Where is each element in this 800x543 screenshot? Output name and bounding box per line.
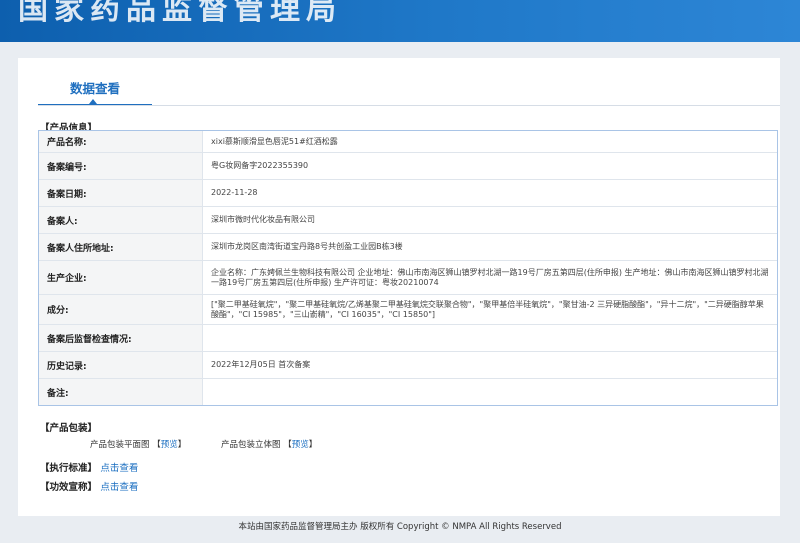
header-banner: 国家药品监督管理局 bbox=[0, 0, 800, 42]
row-label: 产品名称: bbox=[39, 131, 203, 152]
standard-label: 【执行标准】 bbox=[40, 463, 98, 474]
content-panel: 数据查看 【产品信息】 产品名称: xixi慕斯顺滑显色唇泥51#红酒松露 备案… bbox=[18, 58, 780, 516]
packaging-flat: 产品包装平面图 【预览】 bbox=[90, 438, 186, 450]
table-row: 历史记录: 2022年12月05日 首次备案 bbox=[39, 352, 777, 379]
table-row: 备案人住所地址: 深圳市龙岗区南湾街道宝丹路8号共创盈工业园B栋3楼 bbox=[39, 234, 777, 261]
row-label: 生产企业: bbox=[39, 261, 203, 294]
row-label: 备案人: bbox=[39, 207, 203, 233]
table-row: 备注: bbox=[39, 379, 777, 405]
packaging-flat-label: 产品包装平面图 bbox=[90, 440, 150, 450]
row-label: 备案后监督检查情况: bbox=[39, 325, 203, 351]
tab-label: 数据查看 bbox=[69, 81, 120, 96]
table-row: 备案人: 深圳市微时代化妆品有限公司 bbox=[39, 207, 777, 234]
tab-divider bbox=[38, 105, 780, 106]
row-value: 深圳市龙岗区南湾街道宝丹路8号共创盈工业园B栋3楼 bbox=[211, 242, 403, 251]
table-row: 成分: ["聚二甲基硅氧烷"，"聚二甲基硅氧烷/乙烯基聚二甲基硅氧烷交联聚合物"… bbox=[39, 295, 777, 325]
bracket-open: 【 bbox=[283, 440, 292, 450]
row-label: 历史记录: bbox=[39, 352, 203, 378]
row-value: 2022-11-28 bbox=[211, 188, 258, 197]
efficacy-label: 【功效宣称】 bbox=[40, 482, 98, 493]
row-value: 企业名称：广东娉佩兰生物科技有限公司 企业地址：佛山市南海区狮山镇罗村北湖一路1… bbox=[211, 267, 769, 287]
row-value: xixi慕斯顺滑显色唇泥51#红酒松露 bbox=[211, 136, 338, 146]
row-value: 粤G妆网备字2022355390 bbox=[211, 161, 309, 170]
row-value: ["聚二甲基硅氧烷"，"聚二甲基硅氧烷/乙烯基聚二甲基硅氧烷交联聚合物"，"聚甲… bbox=[211, 299, 764, 319]
row-label: 备案人住所地址: bbox=[39, 234, 203, 260]
table-row: 生产企业: 企业名称：广东娉佩兰生物科技有限公司 企业地址：佛山市南海区狮山镇罗… bbox=[39, 261, 777, 295]
section-standard: 【执行标准】 点击查看 bbox=[40, 460, 138, 474]
row-label: 备注: bbox=[39, 379, 203, 405]
packaging-flat-preview-link[interactable]: 预览 bbox=[161, 440, 178, 450]
section-packaging: 【产品包装】 bbox=[40, 423, 98, 434]
site-title: 国家药品监督管理局 bbox=[18, 0, 342, 27]
table-row: 产品名称: xixi慕斯顺滑显色唇泥51#红酒松露 bbox=[39, 131, 777, 153]
section-efficacy: 【功效宣称】 点击查看 bbox=[40, 479, 138, 493]
row-value: 2022年12月05日 首次备案 bbox=[211, 360, 311, 369]
table-row: 备案编号: 粤G妆网备字2022355390 bbox=[39, 153, 777, 180]
efficacy-view-link[interactable]: 点击查看 bbox=[100, 482, 138, 493]
packaging-stereo-preview-link[interactable]: 预览 bbox=[292, 440, 309, 450]
row-label: 备案编号: bbox=[39, 153, 203, 179]
row-value bbox=[211, 379, 769, 405]
packaging-stereo-label: 产品包装立体图 bbox=[221, 440, 281, 450]
footer-copyright: 本站由国家药品监督管理局主办 版权所有 Copyright © NMPA All… bbox=[238, 522, 562, 532]
packaging-stereo: 产品包装立体图 【预览】 bbox=[221, 438, 317, 450]
row-label: 成分: bbox=[39, 295, 203, 324]
product-info-table: 产品名称: xixi慕斯顺滑显色唇泥51#红酒松露 备案编号: 粤G妆网备字20… bbox=[38, 130, 778, 406]
table-row: 备案日期: 2022-11-28 bbox=[39, 180, 777, 207]
table-row: 备案后监督检查情况: bbox=[39, 325, 777, 352]
row-label: 备案日期: bbox=[39, 180, 203, 206]
bracket-close: 】 bbox=[177, 440, 187, 450]
bracket-open: 【 bbox=[152, 440, 161, 450]
row-value bbox=[211, 325, 769, 351]
row-value: 深圳市微时代化妆品有限公司 bbox=[211, 215, 315, 224]
bracket-close: 】 bbox=[308, 440, 318, 450]
standard-view-link[interactable]: 点击查看 bbox=[100, 463, 138, 474]
tab-caret-icon bbox=[89, 99, 97, 104]
